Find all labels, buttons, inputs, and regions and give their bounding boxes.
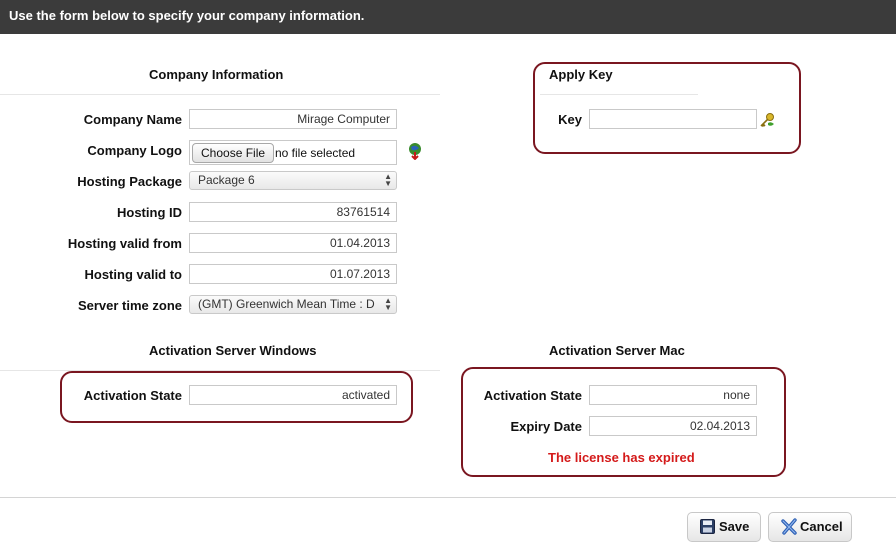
hosting-valid-to-input[interactable]: 01.07.2013 — [189, 264, 397, 284]
expiry-date-label: Expiry Date — [510, 419, 582, 434]
close-icon — [781, 518, 797, 535]
hosting-id-input[interactable]: 83761514 — [189, 202, 397, 222]
license-expired-message: The license has expired — [548, 450, 695, 465]
footer-divider — [0, 497, 896, 498]
server-time-zone-label: Server time zone — [77, 298, 182, 313]
choose-file-button[interactable]: Choose File — [192, 143, 275, 163]
key-label: Key — [558, 112, 582, 127]
cancel-button[interactable]: Cancel — [768, 512, 852, 542]
hosting-package-select[interactable]: Package 6 ▲ ▼ — [189, 171, 397, 190]
company-info-divider — [0, 94, 440, 95]
company-name-label: Company Name — [83, 112, 182, 127]
key-icon[interactable] — [759, 112, 775, 128]
hosting-id-label: Hosting ID — [117, 205, 182, 220]
select-arrows-icon: ▲ ▼ — [384, 296, 392, 312]
key-input[interactable] — [589, 109, 757, 129]
hosting-valid-to-label: Hosting valid to — [84, 267, 183, 282]
windows-activation-state-label: Activation State — [83, 388, 182, 403]
select-arrows-icon: ▲ ▼ — [384, 172, 392, 188]
cancel-button-label: Cancel — [800, 519, 843, 534]
save-button-label: Save — [719, 519, 750, 534]
hosting-valid-from-label: Hosting valid from — [67, 236, 182, 251]
server-time-zone-value: (GMT) Greenwich Mean Time : D — [198, 297, 375, 311]
no-file-selected-text: no file selected — [275, 146, 356, 160]
save-button[interactable]: Save — [687, 512, 761, 542]
company-info-title: Company Information — [149, 67, 284, 82]
windows-activation-state-input[interactable]: activated — [189, 385, 397, 405]
apply-key-divider — [540, 94, 698, 95]
mac-activation-state-input[interactable]: none — [589, 385, 757, 405]
hosting-package-value: Package 6 — [198, 173, 255, 187]
activation-mac-title: Activation Server Mac — [549, 343, 685, 358]
company-logo-label: Company Logo — [87, 143, 182, 158]
upload-globe-icon[interactable] — [407, 142, 423, 160]
expiry-date-input[interactable]: 02.04.2013 — [589, 416, 757, 436]
activation-windows-title: Activation Server Windows — [149, 343, 317, 358]
hosting-valid-from-input[interactable]: 01.04.2013 — [189, 233, 397, 253]
server-time-zone-select[interactable]: (GMT) Greenwich Mean Time : D ▲ ▼ — [189, 295, 397, 314]
mac-activation-state-label: Activation State — [483, 388, 582, 403]
floppy-disk-icon — [700, 519, 715, 534]
company-name-input[interactable]: Mirage Computer — [189, 109, 397, 129]
apply-key-title: Apply Key — [549, 67, 613, 82]
hosting-package-label: Hosting Package — [77, 174, 182, 189]
instruction-bar: Use the form below to specify your compa… — [0, 0, 896, 34]
instruction-text: Use the form below to specify your compa… — [9, 8, 365, 23]
